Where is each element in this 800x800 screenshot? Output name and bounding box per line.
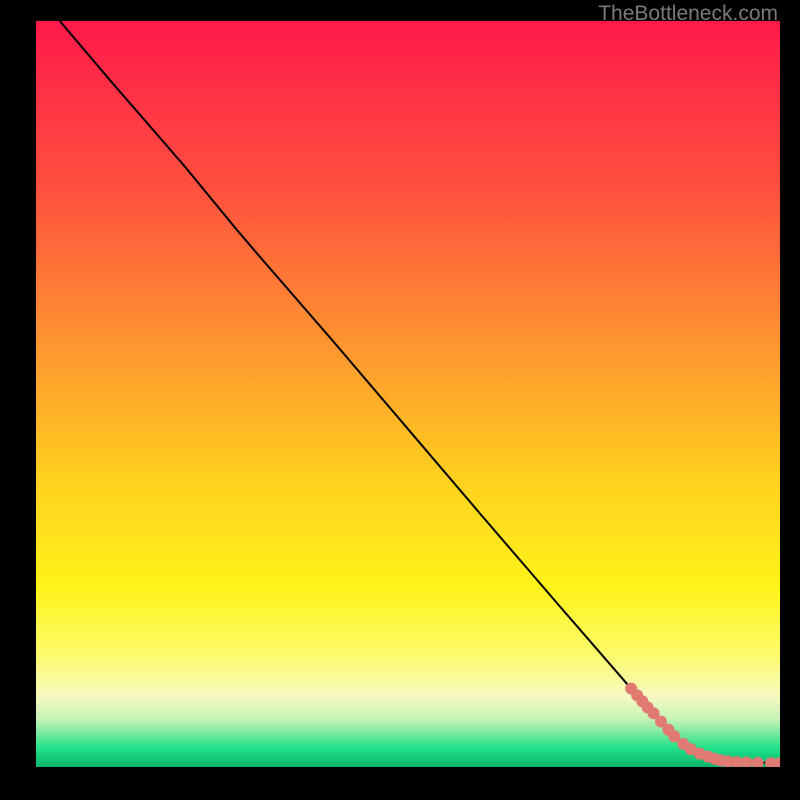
bottleneck-chart [36, 21, 780, 767]
gradient-background [36, 21, 780, 767]
chart-frame [36, 21, 780, 767]
